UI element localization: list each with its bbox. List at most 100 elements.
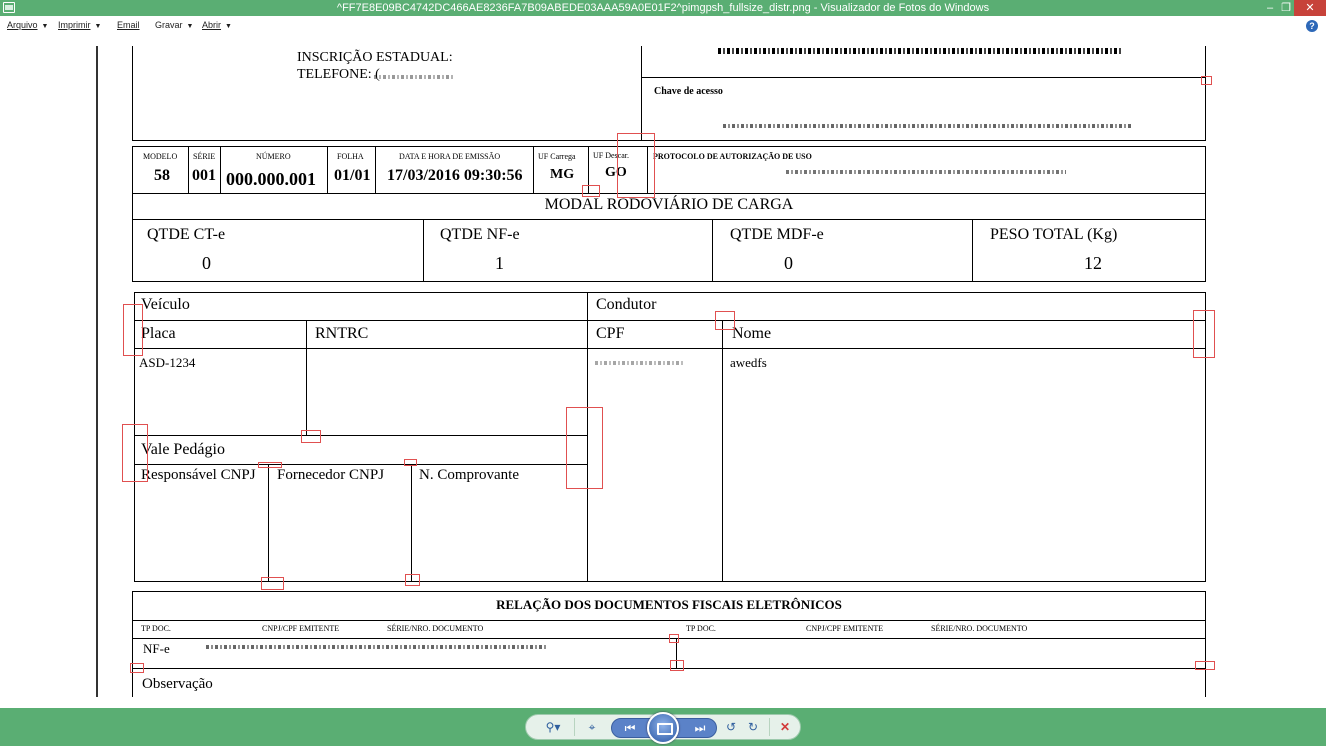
menu-label: Email (117, 20, 140, 30)
redacted-cpf (595, 361, 683, 365)
divider (220, 146, 221, 194)
annotation-box (261, 577, 284, 590)
peso-total-label: PESO TOTAL (Kg) (990, 226, 1118, 243)
close-button[interactable]: ✕ (1294, 0, 1326, 16)
relacao-title: RELAÇÃO DOS DOCUMENTOS FISCAIS ELETRÔNIC… (496, 597, 842, 612)
menu-bar: Arquivo ▼ Imprimir ▼ Email Gravar ▼ Abrir ▼ … (0, 16, 1326, 36)
slideshow-icon[interactable] (647, 712, 679, 744)
redacted-header-text (718, 48, 1123, 54)
veiculo-title: Veículo (141, 296, 190, 313)
menu-arquivo[interactable]: Arquivo ▼ (7, 20, 48, 30)
divider (306, 320, 307, 436)
divider (411, 464, 412, 582)
divider (423, 219, 424, 282)
inscricao-estadual-label: INSCRIÇÃO ESTADUAL: (297, 50, 453, 65)
annotation-box (122, 424, 148, 482)
divider (327, 146, 328, 194)
divider (188, 146, 189, 194)
chevron-down-icon: ▼ (94, 23, 102, 30)
playback-controls: ⚲▾ ⌖ ⏮ ⏭ ↺ ↻ ✕ (525, 712, 801, 744)
redacted-protocol (786, 170, 1066, 174)
menu-imprimir[interactable]: Imprimir ▼ (58, 20, 101, 30)
col-tp-doc: TP DOC. (141, 624, 171, 633)
qtde-cte-label: QTDE CT-e (147, 226, 226, 243)
serie-value: 001 (192, 167, 216, 184)
header-divider (641, 46, 642, 141)
qtde-nfe-value: 1 (495, 253, 504, 273)
divider (722, 320, 723, 582)
uf-carrega-value: MG (550, 167, 575, 182)
magnifier-icon[interactable]: ⚲▾ (542, 719, 564, 735)
annotation-box (670, 660, 684, 671)
qtde-mdfe-value: 0 (784, 253, 793, 273)
divider (134, 435, 588, 436)
protocolo-label: PROTOCOLO DE AUTORIZAÇÃO DE USO (653, 152, 812, 161)
menu-label: Arquivo (7, 20, 38, 30)
divider (134, 348, 1206, 349)
header-line (641, 77, 1206, 78)
annotation-box (669, 634, 679, 643)
window-title: ^FF7E8E09BC4742DC466AE8236FA7B09ABEDE03A… (336, 2, 990, 14)
chevron-down-icon: ▼ (41, 23, 49, 30)
help-icon[interactable]: ? (1306, 20, 1318, 32)
menu-abrir[interactable]: Abrir ▼ (202, 20, 232, 30)
serie-label: SÉRIE (193, 152, 216, 161)
rntrc-label: RNTRC (315, 325, 369, 342)
next-icon[interactable]: ⏭ (690, 720, 710, 736)
telefone-label: TELEFONE: ( (297, 67, 380, 82)
col-serie-documento: SÉRIE/NRO. DOCUMENTO (387, 624, 484, 633)
annotation-box (1201, 76, 1212, 85)
annotation-box (1193, 310, 1215, 358)
folha-value: 01/01 (334, 167, 371, 184)
rotate-clockwise-icon[interactable]: ↻ (746, 719, 760, 735)
placa-value: ASD-1234 (139, 355, 196, 370)
fornecedor-cnpj-label: Fornecedor CNPJ (277, 467, 385, 483)
annotation-box (715, 311, 735, 330)
divider (533, 146, 534, 194)
annotation-box (1195, 661, 1215, 670)
numero-value: 000.000.001 (226, 169, 316, 189)
divider (268, 464, 269, 582)
menu-label: Imprimir (58, 20, 91, 30)
qtde-cte-value: 0 (202, 253, 211, 273)
divider (132, 620, 1206, 621)
previous-icon[interactable]: ⏮ (620, 720, 640, 736)
annotation-box (405, 574, 420, 586)
data-emissao-label: DATA E HORA DE EMISSÃO (399, 152, 501, 161)
chevron-down-icon: ▼ (186, 23, 194, 30)
delete-icon[interactable]: ✕ (777, 719, 793, 735)
n-comprovante-label: N. Comprovante (419, 467, 519, 483)
folha-label: FOLHA (337, 152, 364, 161)
modal-title: MODAL RODOVIÁRIO DE CARGA (544, 196, 794, 213)
restore-button[interactable]: ❐ (1278, 0, 1294, 16)
chave-acesso-label: Chave de acesso (654, 86, 723, 97)
annotation-box (404, 459, 417, 466)
divider (972, 219, 973, 282)
doc-type-value: NF-e (143, 641, 170, 656)
actual-size-icon[interactable]: ⌖ (584, 719, 600, 735)
divider (134, 320, 1206, 321)
title-bar: ^FF7E8E09BC4742DC466AE8236FA7B09ABEDE03A… (0, 0, 1326, 16)
annotation-box (566, 407, 603, 489)
annotation-box (582, 185, 600, 197)
rotate-counterclockwise-icon[interactable]: ↺ (724, 719, 738, 735)
observacao-label: Observação (142, 676, 213, 692)
col-cnpj-emitente-2: CNPJ/CPF EMITENTE (806, 624, 884, 633)
redacted-document-key (206, 645, 546, 649)
condutor-title: Condutor (596, 296, 657, 313)
image-viewport[interactable]: INSCRIÇÃO ESTADUAL: TELEFONE: ( Chave de… (0, 46, 1326, 697)
placa-label: Placa (141, 325, 176, 342)
vale-pedagio-title: Vale Pedágio (141, 441, 225, 458)
minimize-button[interactable]: – (1262, 0, 1278, 16)
nome-label: Nome (732, 325, 772, 342)
viewer-toolbar: ⚲▾ ⌖ ⏮ ⏭ ↺ ↻ ✕ (0, 697, 1326, 746)
responsavel-cnpj-label: Responsável CNPJ (141, 467, 256, 483)
annotation-box (301, 430, 321, 443)
divider (134, 464, 588, 465)
modelo-label: MODELO (143, 152, 178, 161)
menu-email[interactable]: Email (117, 20, 140, 30)
divider (375, 146, 376, 194)
separator (769, 718, 770, 736)
menu-gravar[interactable]: Gravar ▼ (155, 20, 193, 30)
col-serie-documento-2: SÉRIE/NRO. DOCUMENTO (931, 624, 1028, 633)
